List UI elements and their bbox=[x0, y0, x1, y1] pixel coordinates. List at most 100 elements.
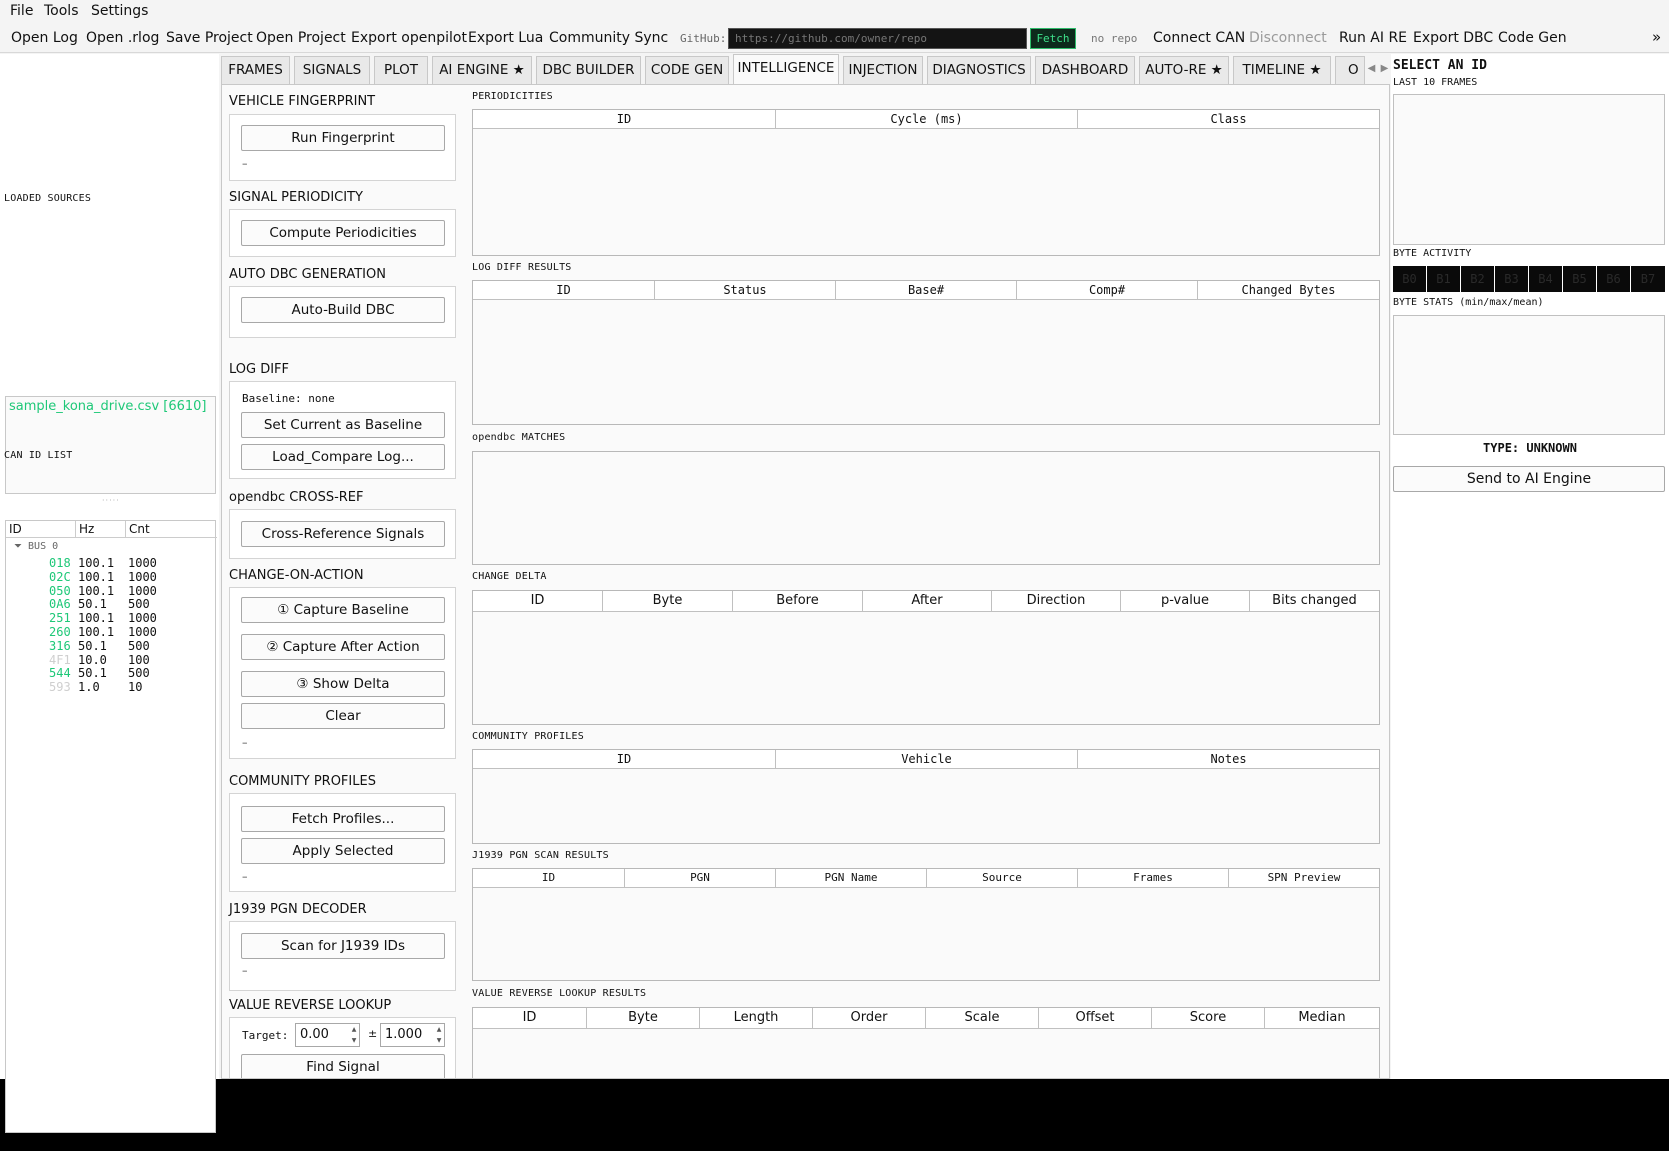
tab-timeline[interactable]: TIMELINE ★ bbox=[1233, 56, 1331, 84]
byte-stats-box[interactable] bbox=[1393, 315, 1665, 435]
col-header[interactable]: Changed Bytes bbox=[1198, 281, 1379, 300]
col-header[interactable]: ID bbox=[473, 591, 603, 612]
col-header[interactable]: Notes bbox=[1078, 750, 1379, 769]
save-project-button[interactable]: Save Project bbox=[166, 30, 253, 46]
tab-scroll-right-icon[interactable]: ▶ bbox=[1378, 58, 1391, 80]
set-baseline-button[interactable]: Set Current as Baseline bbox=[241, 412, 445, 438]
tab-dashboard[interactable]: DASHBOARD bbox=[1035, 56, 1135, 84]
col-header[interactable]: Frames bbox=[1078, 869, 1229, 888]
target-spinbox[interactable]: 0.00 ▲ ▼ bbox=[295, 1023, 360, 1047]
tab-diagnostics[interactable]: DIAGNOSTICS bbox=[927, 56, 1031, 84]
fetch-button[interactable]: Fetch bbox=[1030, 28, 1076, 49]
col-header[interactable]: Byte bbox=[587, 1008, 700, 1029]
capture-baseline-button[interactable]: ① Capture Baseline bbox=[241, 597, 445, 623]
col-header[interactable]: ID bbox=[473, 1008, 587, 1029]
col-header[interactable]: PGN Name bbox=[776, 869, 927, 888]
col-header[interactable]: ID bbox=[473, 281, 655, 300]
export-openpilot-button[interactable]: Export openpilot bbox=[351, 30, 467, 46]
col-header[interactable]: Order bbox=[813, 1008, 926, 1029]
find-signal-button[interactable]: Find Signal bbox=[241, 1054, 445, 1078]
tab-ai-engine[interactable]: AI ENGINE ★ bbox=[432, 56, 532, 84]
col-header[interactable]: Length bbox=[700, 1008, 813, 1029]
capture-after-action-button[interactable]: ② Capture After Action bbox=[241, 634, 445, 660]
toolbar-overflow-icon[interactable]: » bbox=[1652, 28, 1661, 46]
export-lua-button[interactable]: Export Lua bbox=[468, 30, 543, 46]
connect-can-button[interactable]: Connect CAN bbox=[1153, 30, 1245, 46]
apply-selected-button[interactable]: Apply Selected bbox=[241, 838, 445, 864]
can-id-row[interactable]: 544 50.1 500 bbox=[6, 666, 217, 680]
tab-auto-re[interactable]: AUTO-RE ★ bbox=[1139, 56, 1229, 84]
run-ai-re-button[interactable]: Run AI RE bbox=[1339, 30, 1407, 46]
disconnect-button[interactable]: Disconnect bbox=[1249, 30, 1327, 46]
can-id-row[interactable]: 316 50.1 500 bbox=[6, 639, 217, 653]
show-delta-button[interactable]: ③ Show Delta bbox=[241, 671, 445, 697]
can-id-row[interactable]: 251 100.1 1000 bbox=[6, 611, 217, 625]
opendbc-matches-list[interactable] bbox=[472, 451, 1380, 565]
source-item[interactable]: sample_kona_drive.csv [6610] bbox=[6, 397, 215, 416]
fetch-profiles-button[interactable]: Fetch Profiles... bbox=[241, 806, 445, 832]
col-header[interactable]: Direction bbox=[992, 591, 1121, 612]
col-header[interactable]: PGN bbox=[625, 869, 776, 888]
tab-scroll-left-icon[interactable]: ◀ bbox=[1365, 58, 1378, 80]
periodicities-table[interactable]: ID Cycle (ms) Class bbox=[472, 109, 1380, 256]
compute-periodicities-button[interactable]: Compute Periodicities bbox=[241, 220, 445, 246]
col-header[interactable]: Byte bbox=[603, 591, 733, 612]
community-sync-button[interactable]: Community Sync bbox=[549, 30, 668, 46]
menu-settings[interactable]: Settings bbox=[91, 3, 148, 19]
last-frames-list[interactable] bbox=[1393, 94, 1665, 245]
can-id-row[interactable]: 02C 100.1 1000 bbox=[6, 570, 217, 584]
col-header[interactable]: SPN Preview bbox=[1229, 869, 1379, 888]
change-delta-table[interactable]: ID Byte Before After Direction p-value B… bbox=[472, 590, 1380, 725]
clear-button[interactable]: Clear bbox=[241, 703, 445, 729]
col-header[interactable]: Median bbox=[1265, 1008, 1379, 1029]
spin-arrows-icon[interactable]: ▲ ▼ bbox=[349, 1024, 359, 1046]
tab-frames[interactable]: FRAMES bbox=[221, 56, 290, 84]
spin-arrows-icon[interactable]: ▲ ▼ bbox=[434, 1024, 444, 1046]
tab-dbc-builder[interactable]: DBC BUILDER bbox=[536, 56, 641, 84]
open-project-button[interactable]: Open Project bbox=[256, 30, 346, 46]
col-header[interactable]: Score bbox=[1152, 1008, 1265, 1029]
expand-arrow-icon[interactable]: ⏷ bbox=[14, 541, 28, 552]
menu-file[interactable]: File bbox=[10, 3, 33, 19]
can-id-tree[interactable]: ID Hz Cnt ⏷ BUS 0 018 100.1 1000 02C 100.1 10… bbox=[5, 520, 217, 1133]
col-header[interactable]: Cycle (ms) bbox=[776, 110, 1078, 129]
load-compare-log-button[interactable]: Load_Compare Log... bbox=[241, 444, 445, 470]
can-id-row[interactable]: 4F1 10.0 100 bbox=[6, 653, 217, 667]
j1939-results-table[interactable]: ID PGN PGN Name Source Frames SPN Previe… bbox=[472, 868, 1380, 981]
can-id-row[interactable]: 0A6 50.1 500 bbox=[6, 597, 217, 611]
tolerance-spinbox[interactable]: 1.000 ▲ ▼ bbox=[380, 1023, 445, 1047]
col-header[interactable]: ID bbox=[473, 869, 625, 888]
can-id-row[interactable]: 018 100.1 1000 bbox=[6, 556, 217, 570]
col-header[interactable]: Base# bbox=[836, 281, 1017, 300]
open-log-button[interactable]: Open Log bbox=[11, 30, 78, 46]
can-id-row[interactable]: 260 100.1 1000 bbox=[6, 625, 217, 639]
splitter-handle[interactable]: ····· bbox=[102, 496, 120, 505]
tab-signals[interactable]: SIGNALS bbox=[294, 56, 370, 84]
col-header[interactable]: ID bbox=[473, 750, 776, 769]
menu-tools[interactable]: Tools bbox=[44, 3, 79, 19]
tab-code-gen[interactable]: CODE GEN bbox=[645, 56, 729, 84]
loaded-sources-list[interactable]: sample_kona_drive.csv [6610] bbox=[5, 396, 216, 494]
col-header[interactable]: Scale bbox=[926, 1008, 1039, 1029]
bus-node[interactable]: ⏷ BUS 0 bbox=[14, 541, 58, 552]
log-diff-results-table[interactable]: ID Status Base# Comp# Changed Bytes bbox=[472, 280, 1380, 425]
tab-overflow[interactable]: O bbox=[1335, 56, 1365, 84]
cross-reference-button[interactable]: Cross-Reference Signals bbox=[241, 521, 445, 547]
col-header[interactable]: Class bbox=[1078, 110, 1379, 129]
tab-intelligence[interactable]: INTELLIGENCE bbox=[733, 54, 839, 85]
vrl-results-table[interactable]: ID Byte Length Order Scale Offset Score … bbox=[472, 1007, 1380, 1078]
col-header-cnt[interactable]: Cnt bbox=[126, 521, 217, 538]
auto-build-dbc-button[interactable]: Auto-Build DBC bbox=[241, 297, 445, 323]
col-header[interactable]: Bits changed bbox=[1250, 591, 1379, 612]
github-url-input[interactable]: https://github.com/owner/repo bbox=[728, 28, 1027, 49]
col-header[interactable]: p-value bbox=[1121, 591, 1250, 612]
col-header[interactable]: Before bbox=[733, 591, 863, 612]
tab-plot[interactable]: PLOT bbox=[374, 56, 428, 84]
col-header[interactable]: Vehicle bbox=[776, 750, 1078, 769]
col-header[interactable]: ID bbox=[473, 110, 776, 129]
scan-j1939-button[interactable]: Scan for J1939 IDs bbox=[241, 933, 445, 959]
col-header[interactable]: Status bbox=[655, 281, 836, 300]
col-header[interactable]: Source bbox=[927, 869, 1078, 888]
col-header[interactable]: Comp# bbox=[1017, 281, 1198, 300]
can-id-row[interactable]: 050 100.1 1000 bbox=[6, 584, 217, 598]
